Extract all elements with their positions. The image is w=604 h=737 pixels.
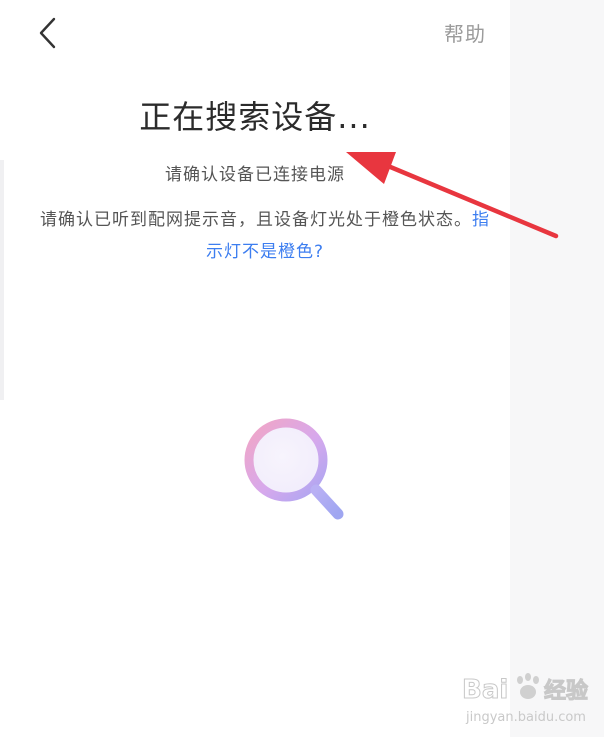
pairing-instruction: 请确认已听到配网提示音，且设备灯光处于橙色状态。指示灯不是橙色? bbox=[40, 204, 490, 268]
power-hint: 请确认设备已连接电源 bbox=[165, 165, 345, 185]
watermark: Bai 经验 jingyan.baidu.com bbox=[462, 668, 596, 730]
chevron-left-icon bbox=[39, 17, 56, 49]
page-title: 正在搜索设备... bbox=[139, 98, 371, 136]
left-edge-shadow bbox=[0, 160, 4, 400]
baidu-paw-logo: Bai 经验 bbox=[462, 673, 589, 706]
back-button[interactable] bbox=[32, 14, 66, 52]
svg-text:Bai: Bai bbox=[462, 675, 508, 705]
search-icon bbox=[244, 418, 344, 520]
watermark-url: jingyan.baidu.com bbox=[466, 710, 586, 725]
side-panel bbox=[510, 0, 604, 737]
app-screen: 帮助 正在搜索设备... 请确认设备已连接电源 请确认已听到配网提示音，且设备灯… bbox=[0, 0, 510, 737]
svg-text:经验: 经验 bbox=[544, 678, 588, 704]
instruction-text: 请确认已听到配网提示音，且设备灯光处于橙色状态。 bbox=[40, 210, 472, 230]
help-link[interactable]: 帮助 bbox=[444, 18, 486, 47]
